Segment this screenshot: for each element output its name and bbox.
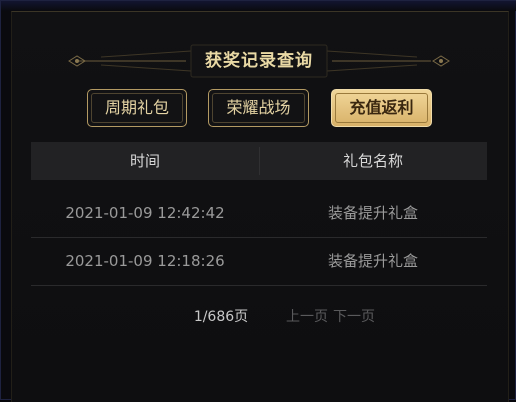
column-header-time: 时间 bbox=[129, 152, 160, 170]
row-time: 2021-01-09 12:42:42 bbox=[65, 204, 225, 222]
title-ornament-right-icon bbox=[326, 50, 450, 72]
title-banner: 获奖记录查询 bbox=[1, 37, 516, 85]
table-header: 时间 礼包名称 bbox=[31, 142, 487, 180]
column-header-gift-name: 礼包名称 bbox=[342, 152, 403, 170]
row-time: 2021-01-09 12:18:26 bbox=[65, 252, 225, 270]
row-gift-name: 装备提升礼盒 bbox=[327, 204, 418, 222]
page-title: 获奖记录查询 bbox=[205, 51, 313, 71]
title-ornament-left-icon bbox=[68, 50, 192, 72]
row-gift-name: 装备提升礼盒 bbox=[327, 252, 418, 270]
prev-page-button[interactable]: 上一页 bbox=[286, 305, 330, 329]
tab-recharge-rebate[interactable]: 充值返利 bbox=[331, 89, 432, 127]
tab-glory-battlefield[interactable]: 荣耀战场 bbox=[208, 89, 309, 127]
table-row: 2021-01-09 12:42:42 装备提升礼盒 bbox=[31, 189, 487, 238]
tab-label: 充值返利 bbox=[349, 98, 414, 117]
tab-label: 周期礼包 bbox=[104, 98, 169, 117]
frame-top-edge bbox=[1, 1, 516, 11]
next-page-button[interactable]: 下一页 bbox=[333, 305, 377, 329]
window-frame: 获奖记录查询 周期礼包 荣耀战场 充值返利 时间 礼包名称 2021-01-09… bbox=[0, 0, 516, 402]
page-indicator: 1/686页 bbox=[193, 309, 249, 325]
tab-periodic-gift[interactable]: 周期礼包 bbox=[87, 89, 187, 127]
table-row: 2021-01-09 12:18:26 装备提升礼盒 bbox=[31, 237, 487, 286]
tab-label: 荣耀战场 bbox=[226, 98, 291, 117]
